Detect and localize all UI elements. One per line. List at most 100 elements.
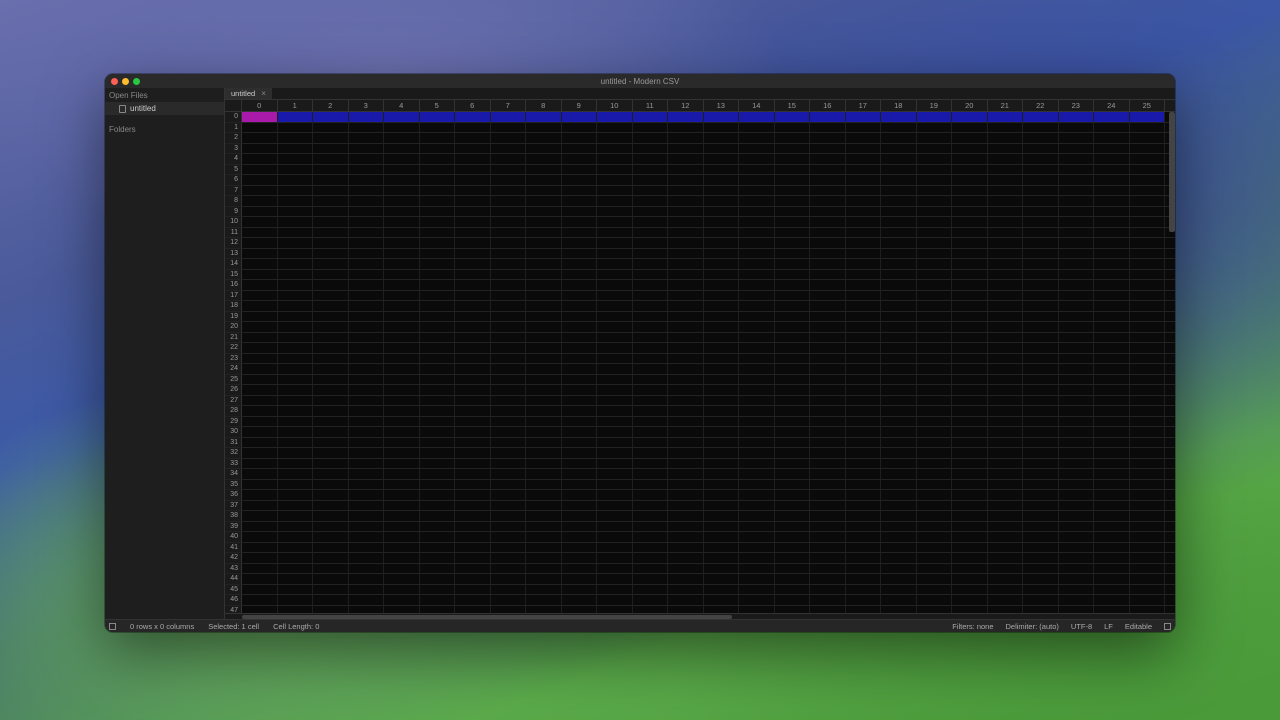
cell[interactable] <box>1023 427 1059 437</box>
cell[interactable] <box>313 280 349 290</box>
cell[interactable] <box>313 438 349 448</box>
cell[interactable] <box>917 553 953 563</box>
cell[interactable] <box>739 574 775 584</box>
cell[interactable] <box>597 238 633 248</box>
row-header[interactable]: 42 <box>225 553 242 563</box>
cell[interactable] <box>846 553 882 563</box>
cell[interactable] <box>846 196 882 206</box>
cell[interactable] <box>349 333 385 343</box>
cell[interactable] <box>633 301 669 311</box>
cell[interactable] <box>1094 364 1130 374</box>
cell[interactable] <box>1094 144 1130 154</box>
cell[interactable] <box>810 144 846 154</box>
cell[interactable] <box>704 354 740 364</box>
cell[interactable] <box>952 490 988 500</box>
cell[interactable] <box>704 595 740 605</box>
cell[interactable] <box>1094 595 1130 605</box>
cell[interactable] <box>775 259 811 269</box>
cell[interactable] <box>1059 217 1095 227</box>
cell[interactable] <box>704 490 740 500</box>
cell[interactable] <box>739 301 775 311</box>
cell[interactable] <box>420 438 456 448</box>
cell[interactable] <box>384 417 420 427</box>
cell[interactable] <box>633 165 669 175</box>
cell[interactable] <box>313 469 349 479</box>
cell[interactable] <box>313 228 349 238</box>
cell[interactable] <box>1059 249 1095 259</box>
cell[interactable] <box>633 427 669 437</box>
cell[interactable] <box>1023 448 1059 458</box>
tab-untitled[interactable]: untitled × <box>225 88 273 99</box>
cell[interactable] <box>455 196 491 206</box>
cell[interactable] <box>952 228 988 238</box>
cell[interactable] <box>313 291 349 301</box>
cell[interactable] <box>775 354 811 364</box>
cell[interactable] <box>420 543 456 553</box>
cell[interactable] <box>420 448 456 458</box>
cell[interactable] <box>704 312 740 322</box>
cell[interactable] <box>420 564 456 574</box>
cell[interactable] <box>952 112 988 122</box>
cell[interactable] <box>384 385 420 395</box>
cell[interactable] <box>420 574 456 584</box>
cell[interactable] <box>917 238 953 248</box>
cell[interactable] <box>1130 291 1166 301</box>
cell[interactable] <box>562 228 598 238</box>
cell[interactable] <box>349 112 385 122</box>
cell[interactable] <box>455 490 491 500</box>
cell[interactable] <box>633 228 669 238</box>
cell[interactable] <box>1094 207 1130 217</box>
cell[interactable] <box>952 123 988 133</box>
maximize-window-button[interactable] <box>133 78 140 85</box>
cell[interactable] <box>1094 354 1130 364</box>
cell[interactable] <box>952 259 988 269</box>
cell[interactable] <box>775 511 811 521</box>
cell[interactable] <box>349 469 385 479</box>
cell[interactable] <box>455 469 491 479</box>
cell[interactable] <box>775 238 811 248</box>
cell[interactable] <box>242 522 278 532</box>
cell[interactable] <box>775 228 811 238</box>
cell[interactable] <box>597 123 633 133</box>
cell[interactable] <box>1130 165 1166 175</box>
cell[interactable] <box>526 165 562 175</box>
cell[interactable] <box>384 238 420 248</box>
cell[interactable] <box>775 396 811 406</box>
col-header[interactable]: 13 <box>704 100 740 111</box>
cell[interactable] <box>881 322 917 332</box>
cell[interactable] <box>704 165 740 175</box>
row-header[interactable]: 37 <box>225 501 242 511</box>
cell[interactable] <box>988 196 1024 206</box>
cell[interactable] <box>1130 364 1166 374</box>
cell[interactable] <box>562 343 598 353</box>
cell[interactable] <box>313 144 349 154</box>
cell[interactable] <box>668 238 704 248</box>
row-header[interactable]: 28 <box>225 406 242 416</box>
cell[interactable] <box>739 165 775 175</box>
cell[interactable] <box>1059 280 1095 290</box>
cell[interactable] <box>313 532 349 542</box>
row-header[interactable]: 18 <box>225 301 242 311</box>
cell[interactable] <box>491 364 527 374</box>
cell[interactable] <box>668 427 704 437</box>
cell[interactable] <box>1023 228 1059 238</box>
row-header[interactable]: 0 <box>225 112 242 122</box>
cell[interactable] <box>917 532 953 542</box>
cell[interactable] <box>952 238 988 248</box>
cell[interactable] <box>1059 490 1095 500</box>
cell[interactable] <box>668 406 704 416</box>
cell[interactable] <box>988 375 1024 385</box>
cell[interactable] <box>313 595 349 605</box>
cell[interactable] <box>917 123 953 133</box>
cell[interactable] <box>1023 343 1059 353</box>
cell[interactable] <box>704 186 740 196</box>
cell[interactable] <box>633 186 669 196</box>
cell[interactable] <box>349 343 385 353</box>
cell[interactable] <box>846 501 882 511</box>
cell[interactable] <box>597 543 633 553</box>
cell[interactable] <box>775 543 811 553</box>
cell[interactable] <box>846 595 882 605</box>
cell[interactable] <box>491 259 527 269</box>
cell[interactable] <box>1023 333 1059 343</box>
cell[interactable] <box>881 112 917 122</box>
